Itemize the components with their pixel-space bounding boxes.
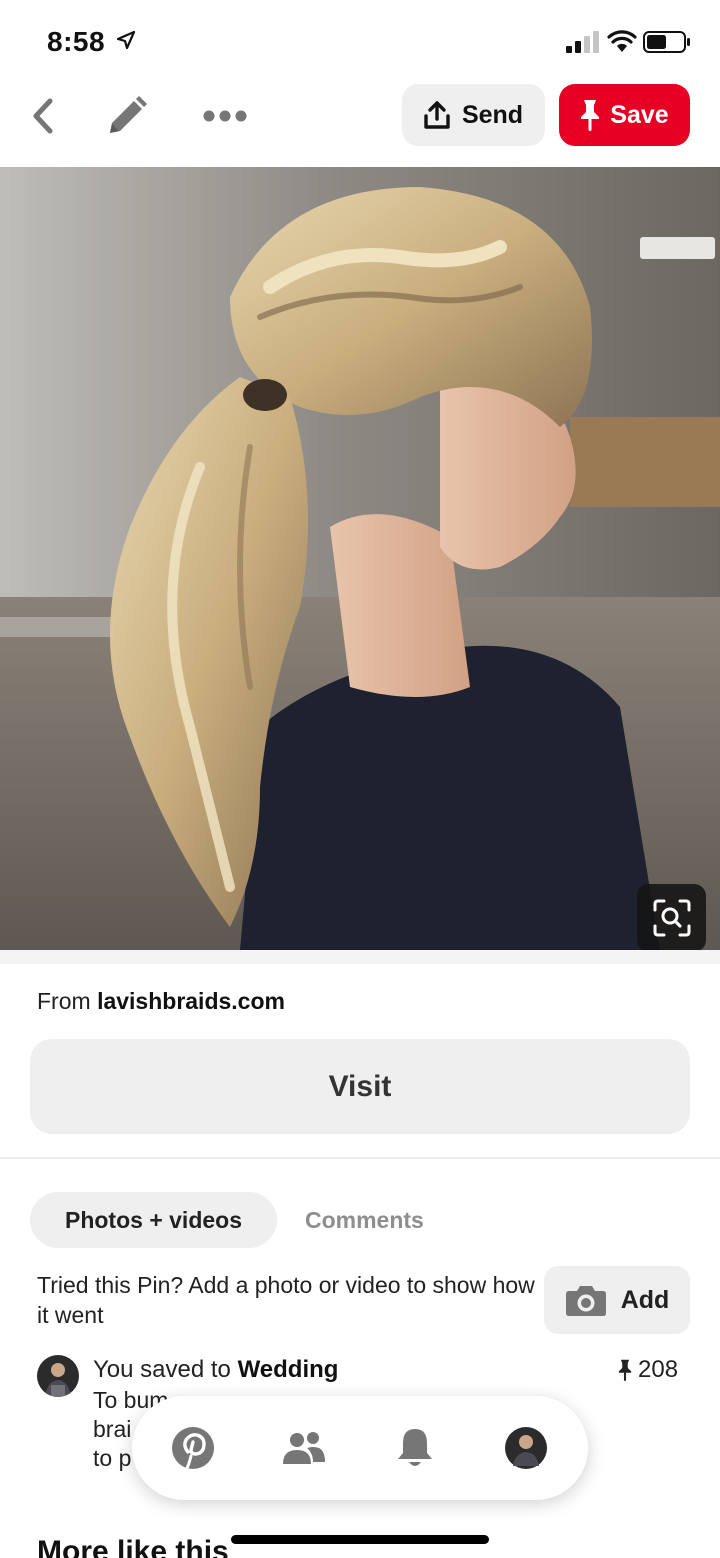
pin-count: 208: [618, 1356, 678, 1384]
visual-search-button[interactable]: [637, 884, 706, 952]
camera-icon: [565, 1286, 606, 1316]
divider: [0, 1157, 720, 1159]
more-options-button[interactable]: [198, 94, 252, 138]
more-dots-icon: [203, 110, 247, 122]
visual-search-icon: [653, 899, 690, 937]
chevron-left-icon: [33, 98, 53, 134]
tab-comments[interactable]: Comments: [305, 1192, 424, 1248]
tried-pin-prompt: Tried this Pin? Add a photo or video to …: [37, 1272, 535, 1328]
send-label: Send: [461, 100, 524, 129]
profile-avatar: [505, 1427, 547, 1469]
wifi-icon: [607, 30, 637, 52]
source-line: From lavishbraids.com: [37, 988, 285, 1015]
following-people-icon: [283, 1432, 325, 1464]
visit-button[interactable]: Visit: [30, 1039, 690, 1134]
saved-to-line: You saved to Wedding: [93, 1356, 338, 1384]
more-like-this-heading: More like this: [37, 1535, 229, 1558]
back-button[interactable]: [22, 94, 62, 138]
source-domain-link[interactable]: lavishbraids.com: [97, 988, 285, 1014]
location-arrow-icon: [116, 30, 136, 50]
share-upload-icon: [424, 101, 450, 129]
nav-following[interactable]: [282, 1426, 326, 1470]
add-photo-button[interactable]: Add: [544, 1266, 690, 1334]
hairstyle-photo: [0, 167, 720, 950]
from-prefix: From: [37, 988, 91, 1014]
add-label: Add: [620, 1285, 670, 1314]
board-link[interactable]: Wedding: [238, 1356, 339, 1383]
nav-profile[interactable]: [504, 1426, 548, 1470]
pin-toolbar: Send Save: [0, 84, 720, 166]
save-button[interactable]: Save: [559, 84, 690, 146]
pin-count-value: 208: [638, 1356, 679, 1383]
send-button[interactable]: Send: [402, 84, 545, 146]
section-divider: [0, 950, 720, 964]
edit-button[interactable]: [104, 94, 150, 138]
pencil-icon: [110, 96, 147, 133]
pinterest-logo-icon: [172, 1427, 214, 1470]
pushpin-icon: [618, 1359, 632, 1381]
status-bar: 8:58: [0, 0, 720, 84]
nav-home[interactable]: [171, 1426, 215, 1470]
pin-image[interactable]: [0, 167, 720, 950]
cellular-signal-icon: [566, 31, 599, 53]
saved-prefix: You saved to: [93, 1356, 231, 1383]
home-indicator: [231, 1535, 489, 1544]
save-label: Save: [610, 100, 669, 129]
status-time: 8:58: [47, 26, 106, 57]
nav-notifications[interactable]: [393, 1426, 437, 1470]
pushpin-icon: [581, 100, 600, 131]
tab-photos-videos[interactable]: Photos + videos: [30, 1192, 277, 1248]
avatar[interactable]: [37, 1355, 79, 1397]
battery-icon: [643, 31, 690, 53]
bottom-nav: [132, 1396, 588, 1500]
notifications-bell-icon: [398, 1429, 432, 1466]
